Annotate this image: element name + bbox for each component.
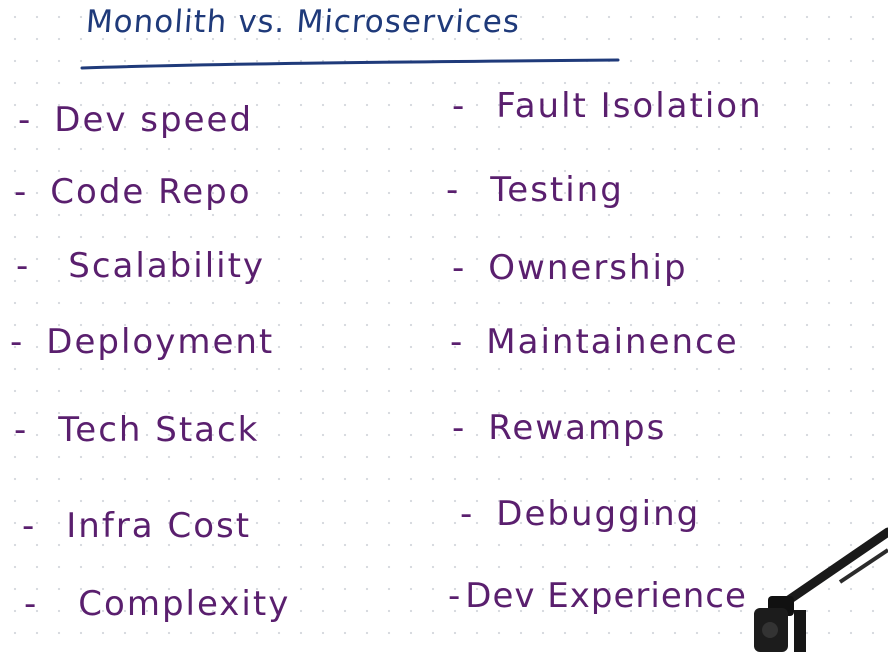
- list-item-scalability: - Scalability: [16, 246, 266, 286]
- microphone-icon: [754, 527, 888, 652]
- list-item-dev-speed: - Dev speed: [18, 100, 254, 140]
- list-item-rewamps: - Rewamps: [452, 408, 667, 448]
- list-item-deployment: - Deployment: [10, 322, 275, 362]
- list-item-complexity: - Complexity: [24, 584, 291, 624]
- list-item-code-repo: - Code Repo: [14, 172, 252, 212]
- list-item-maintainence: - Maintainence: [450, 322, 739, 362]
- list-item-fault-isolation: - Fault Isolation: [452, 86, 763, 126]
- list-item-dev-experience: - Dev Experience: [448, 576, 747, 616]
- list-item-tech-stack: - Tech Stack: [14, 410, 260, 450]
- list-item-ownership: - Ownership: [452, 248, 688, 288]
- title-underline: [80, 58, 620, 70]
- list-item-debugging: - Debugging: [460, 494, 701, 534]
- list-item-infra-cost: - Infra Cost: [22, 506, 252, 546]
- list-item-testing: - Testing: [446, 170, 624, 210]
- page-title: Monolith vs. Microservices: [84, 4, 522, 40]
